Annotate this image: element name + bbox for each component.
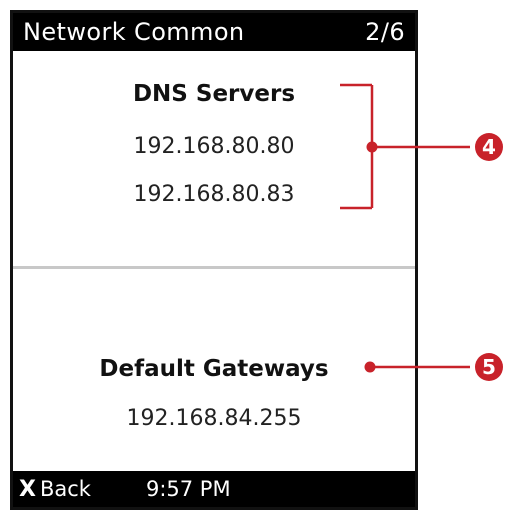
- back-label: Back: [39, 476, 91, 501]
- callout-5-number: 5: [482, 355, 496, 379]
- device-screen: Network Common 2/6 DNS Servers 192.168.8…: [10, 10, 418, 510]
- dns-server-1-value: 192.168.80.80: [133, 134, 295, 159]
- back-button[interactable]: X Back: [19, 477, 91, 502]
- default-gateway-value: 192.168.84.255: [126, 406, 302, 431]
- callout-5-badge: 5: [475, 353, 503, 381]
- screenshot-stage: Network Common 2/6 DNS Servers 192.168.8…: [0, 0, 515, 518]
- callout-4-badge: 4: [475, 133, 503, 161]
- clock-time: 9:57 PM: [145, 477, 231, 501]
- dns-servers-label: DNS Servers: [132, 81, 296, 107]
- default-gateways-label: Default Gateways: [99, 356, 329, 382]
- back-x-icon: X: [19, 476, 36, 502]
- section-divider: [13, 266, 415, 269]
- screen-title: Network Common: [23, 18, 245, 46]
- footer-bar: X Back 9:57 PM: [13, 471, 415, 507]
- callout-4-number: 4: [482, 135, 496, 159]
- dns-server-2-value: 192.168.80.83: [133, 182, 295, 207]
- header-bar: Network Common 2/6: [13, 13, 415, 51]
- page-indicator: 2/6: [365, 18, 405, 46]
